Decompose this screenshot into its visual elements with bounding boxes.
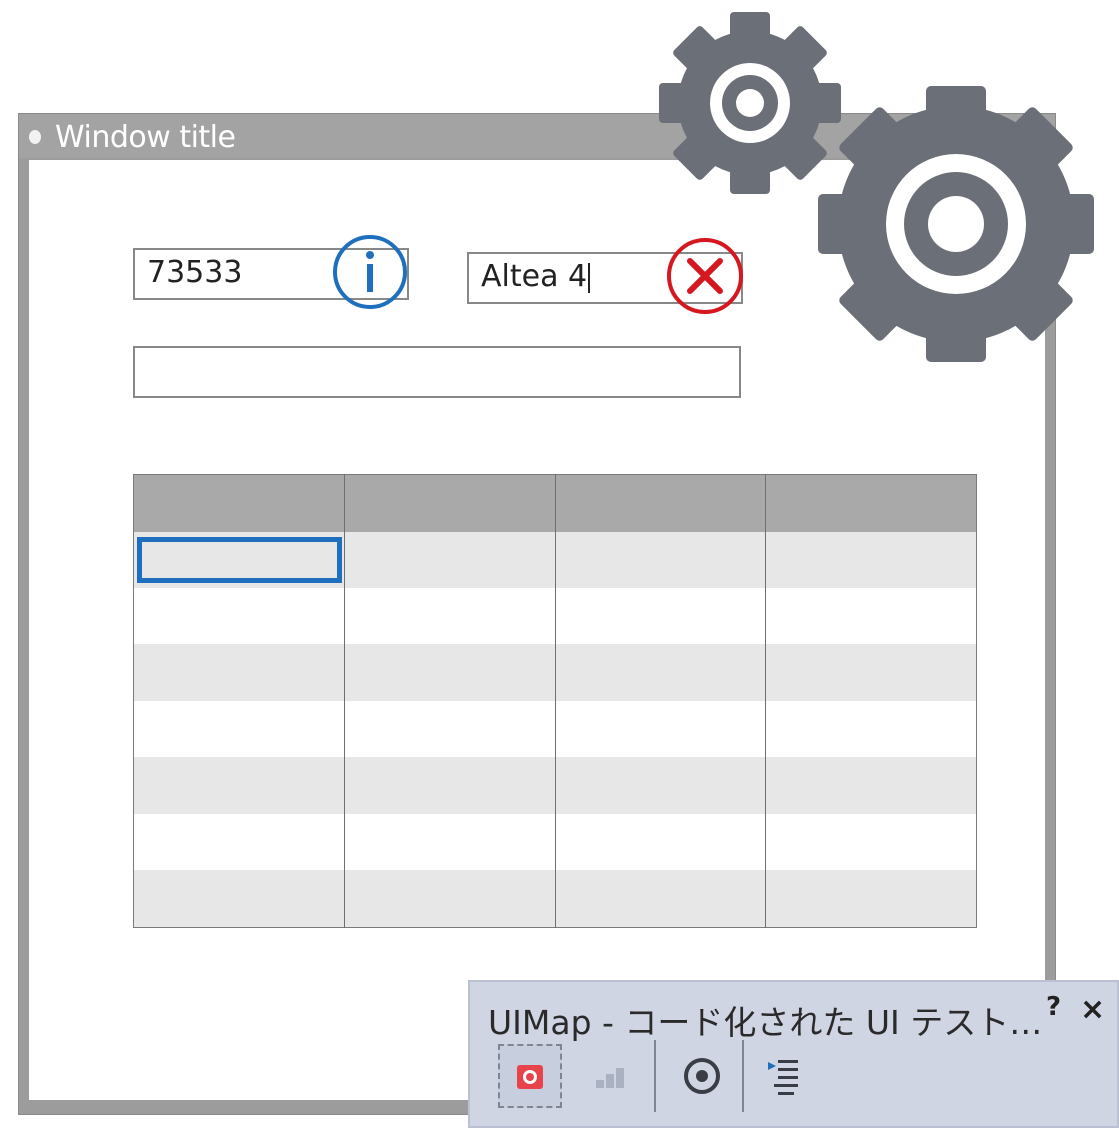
grid-cell[interactable] xyxy=(765,644,977,701)
grid-cell[interactable] xyxy=(133,870,345,928)
grid-cell[interactable] xyxy=(765,813,977,871)
gears-graphic xyxy=(659,12,1094,362)
text-caret xyxy=(588,262,591,293)
grid-cell[interactable] xyxy=(133,587,345,645)
grid-cell[interactable] xyxy=(554,870,766,928)
grid-cell[interactable] xyxy=(133,644,345,701)
grid-header-cell[interactable] xyxy=(765,474,977,532)
grid-header-cell[interactable] xyxy=(343,474,555,532)
grid-row[interactable] xyxy=(133,757,977,814)
grid-row[interactable] xyxy=(133,587,977,645)
grid-cell[interactable] xyxy=(343,587,555,645)
generate-code-button[interactable] xyxy=(754,1044,818,1108)
crosshair-button[interactable] xyxy=(670,1044,734,1108)
grid-cell[interactable] xyxy=(765,587,977,645)
grid-cell[interactable] xyxy=(343,700,555,758)
help-button[interactable]: ? xyxy=(1046,992,1061,1022)
close-button[interactable]: × xyxy=(1080,992,1105,1027)
grid-cell[interactable] xyxy=(343,813,555,871)
grid-row[interactable] xyxy=(133,870,977,928)
grid-cell[interactable] xyxy=(765,757,977,814)
grid-row[interactable] xyxy=(133,700,977,758)
grid-cell[interactable] xyxy=(133,813,345,871)
grid-cell[interactable] xyxy=(765,700,977,758)
grid-cell[interactable] xyxy=(343,757,555,814)
grid-cell[interactable] xyxy=(554,644,766,701)
toolbar-separator xyxy=(742,1040,744,1112)
grid-cell[interactable] xyxy=(554,813,766,871)
toolbar-separator xyxy=(654,1040,656,1112)
selected-grid-cell[interactable] xyxy=(137,537,342,583)
grid-cell[interactable] xyxy=(343,531,555,588)
uimap-panel[interactable]: UIMap - コード化された UI テスト… ? × xyxy=(468,980,1119,1128)
number-field-value: 73533 xyxy=(147,255,243,290)
grid-cell[interactable] xyxy=(133,700,345,758)
grid-cell[interactable] xyxy=(554,700,766,758)
grid-header-cell[interactable] xyxy=(554,474,766,532)
window-title: Window title xyxy=(55,120,236,155)
grid-cell[interactable] xyxy=(133,757,345,814)
grid-row[interactable] xyxy=(133,813,977,871)
grid-cell[interactable] xyxy=(765,531,977,588)
record-button[interactable] xyxy=(498,1044,562,1108)
grid-cell[interactable] xyxy=(343,644,555,701)
grid-cell[interactable] xyxy=(554,757,766,814)
grid-header-row xyxy=(133,474,977,532)
record-icon xyxy=(517,1065,543,1089)
edit-steps-button[interactable] xyxy=(578,1044,642,1108)
uimap-panel-title: UIMap - コード化された UI テスト… xyxy=(488,1003,1043,1042)
gear-large-icon xyxy=(818,86,1094,362)
grid-cell[interactable] xyxy=(554,587,766,645)
generate-code-icon xyxy=(768,1060,798,1095)
text-field-value: Altea 4 xyxy=(481,259,588,294)
grid-cell[interactable] xyxy=(343,870,555,928)
grid-cell[interactable] xyxy=(765,870,977,928)
crosshair-icon xyxy=(684,1058,720,1094)
grid-cell[interactable] xyxy=(554,531,766,588)
info-icon[interactable] xyxy=(331,233,409,311)
steps-icon xyxy=(596,1068,624,1088)
window-control-dot[interactable] xyxy=(29,130,41,144)
grid-header-cell[interactable] xyxy=(133,474,345,532)
gear-small-icon xyxy=(659,12,841,194)
grid-row[interactable] xyxy=(133,644,977,701)
